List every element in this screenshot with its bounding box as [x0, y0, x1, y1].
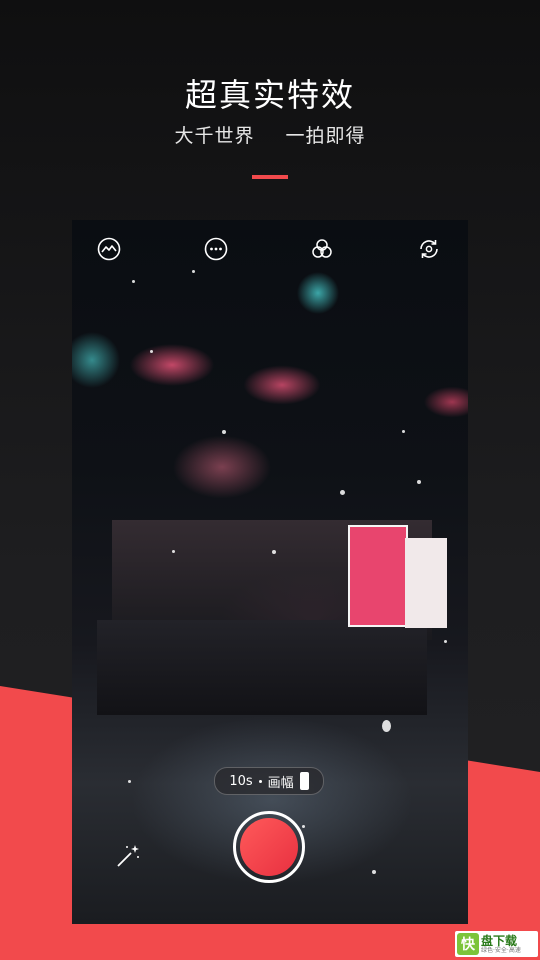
- snowflake: [382, 720, 391, 732]
- menu-board-photo: [405, 538, 447, 628]
- watermark-logo: 快 盘下载 绿色·安全·高速: [455, 931, 538, 957]
- watermark-tagline: 绿色·安全·高速: [481, 946, 521, 954]
- snowflake: [402, 430, 405, 433]
- duration-label: 10s: [229, 773, 253, 789]
- snowflake: [222, 430, 226, 434]
- page-title: 超真实特效: [184, 76, 355, 114]
- record-button[interactable]: [233, 811, 305, 883]
- snowflake: [302, 825, 305, 828]
- menu-sign-photo: [348, 525, 408, 627]
- filter-icon[interactable]: [310, 237, 334, 261]
- food-cart-counter-photo: [97, 620, 427, 715]
- aspect-label: 画幅: [267, 775, 294, 791]
- snowflake: [417, 480, 421, 484]
- subtitle-left: 大千世界: [174, 125, 255, 147]
- snowflake: [340, 490, 345, 495]
- snowflake: [444, 640, 447, 643]
- accent-divider: [252, 175, 288, 179]
- snowflake: [128, 780, 131, 783]
- switch-camera-icon[interactable]: [417, 237, 441, 261]
- watermark-mark: 快: [457, 933, 479, 955]
- duration-aspect-selector[interactable]: 10s 画幅: [214, 767, 324, 795]
- watermark-title: 盘下载: [481, 933, 518, 948]
- magic-wand-icon[interactable]: [114, 842, 142, 870]
- separator-dot: [258, 779, 262, 783]
- snowflake: [150, 350, 153, 353]
- record-button-core: [240, 818, 298, 876]
- page-subtitle: 大千世界 一拍即得: [0, 121, 540, 148]
- snowflake: [192, 270, 195, 273]
- aspect-ratio-icon: [299, 772, 309, 790]
- camera-preview: 10s 画幅: [72, 220, 468, 924]
- snowflake: [272, 550, 276, 554]
- gallery-icon[interactable]: [97, 237, 121, 261]
- subtitle-right: 一拍即得: [285, 125, 366, 147]
- watermark-text: 盘下载 绿色·安全·高速: [481, 935, 521, 954]
- more-icon[interactable]: [204, 237, 228, 261]
- snowflake: [172, 550, 175, 553]
- snowflake: [132, 280, 135, 283]
- snowflake: [372, 870, 376, 874]
